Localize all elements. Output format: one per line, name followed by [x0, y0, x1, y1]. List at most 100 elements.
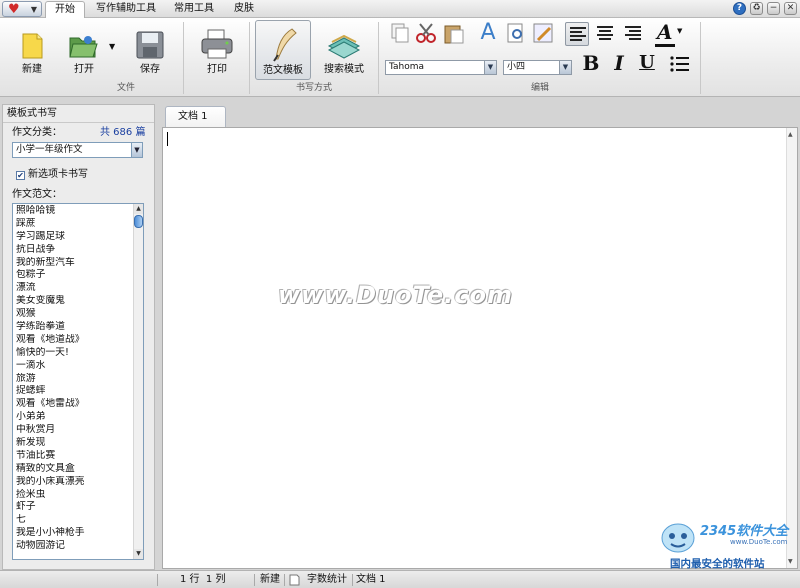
list-item[interactable]: 新发现 [16, 437, 134, 450]
list-item[interactable]: 虾子 [16, 501, 134, 514]
scroll-up-icon[interactable]: ▲ [134, 204, 143, 214]
help-icon[interactable]: ? [733, 2, 746, 15]
divider [3, 122, 154, 123]
list-item[interactable]: 捉蟋蟀 [16, 385, 134, 398]
list-item[interactable]: 我的新型汽车 [16, 257, 134, 270]
editor-area[interactable]: ▲ ▼ [162, 127, 798, 569]
underline-button[interactable]: U [636, 52, 658, 74]
close-button[interactable]: ✕ [784, 2, 797, 15]
tab-home[interactable]: 开始 [45, 1, 85, 18]
preview-icon[interactable] [505, 22, 527, 44]
site-watermark: www.DuoTe.com [278, 281, 513, 309]
list-item[interactable]: 捡米虫 [16, 489, 134, 502]
list-item[interactable]: 踩蔗 [16, 218, 134, 231]
tab-skin[interactable]: 皮肤 [228, 1, 260, 18]
align-right-button[interactable] [621, 22, 645, 46]
font-color-letter: A [657, 20, 673, 44]
italic-button[interactable]: I [608, 52, 630, 74]
list-item[interactable]: 精致的文具盒 [16, 463, 134, 476]
list-item[interactable]: 抗日战争 [16, 244, 134, 257]
heart-icon: ♥ [8, 2, 20, 17]
tab-common-tools[interactable]: 常用工具 [170, 1, 218, 18]
font-size-select[interactable]: 小四 ▼ [503, 60, 572, 75]
scroll-down-icon[interactable]: ▼ [134, 549, 143, 559]
brand-slogan: 国内最安全的软件站 [670, 558, 765, 570]
panel-title: 模板式书写 [7, 108, 57, 119]
scroll-thumb[interactable] [134, 215, 143, 228]
list-item[interactable]: 小弟弟 [16, 411, 134, 424]
group-divider [378, 22, 379, 94]
search-mode-label: 搜索模式 [324, 64, 364, 75]
save-button[interactable]: 保存 [128, 20, 172, 80]
skin-icon[interactable]: ♻ [750, 2, 763, 15]
category-select[interactable]: 小学一年级作文 ▼ [12, 142, 143, 158]
list-item[interactable]: 观看《地道战》 [16, 334, 134, 347]
brand-url: www.DuoTe.com [730, 538, 788, 546]
open-label: 打开 [74, 64, 94, 75]
essay-list[interactable]: 照哈哈镜 踩蔗 学习踢足球 抗日战争 我的新型汽车 包粽子 漂流 美女变魔鬼 观猴 学练跆拳道 观看… [12, 203, 144, 560]
quill-pen-icon [273, 28, 297, 62]
category-value: 小学一年级作文 [16, 144, 83, 155]
new-label: 新建 [22, 64, 42, 75]
status-bar: 1 行 1 列 新建 字数统计 文档 1 [0, 570, 800, 588]
list-item[interactable]: 中秋赏月 [16, 424, 134, 437]
document-tab[interactable]: 文档 1 [165, 106, 226, 127]
divider [157, 574, 158, 586]
edit-pen-icon[interactable] [532, 22, 554, 44]
align-center-button[interactable] [593, 22, 617, 46]
print-button[interactable]: 打印 [193, 20, 241, 80]
essay-items: 照哈哈镜 踩蔗 学习踢足球 抗日战争 我的新型汽车 包粽子 漂流 美女变魔鬼 观猴 学练跆拳道 观看… [16, 205, 134, 553]
list-item[interactable]: 包粽子 [16, 269, 134, 282]
align-left-button[interactable] [565, 22, 589, 46]
open-button[interactable]: ▼ 打开 [60, 20, 122, 80]
font-icon[interactable]: A [477, 21, 499, 45]
list-item[interactable]: 学练跆拳道 [16, 321, 134, 334]
template-panel: 模板式书写 作文分类： 共 686 篇 小学一年级作文 ▼ ✔ 新选项卡书写 作… [2, 104, 155, 570]
search-mode-button[interactable]: 搜索模式 [316, 20, 372, 80]
chevron-down-icon: ▼ [131, 143, 142, 157]
list-item[interactable]: 照哈哈镜 [16, 205, 134, 218]
scrollbar[interactable]: ▲ ▼ [133, 204, 143, 559]
list-item[interactable]: 愉快的一天! [16, 347, 134, 360]
edit-group-label: 编辑 [530, 83, 549, 93]
newtab-label: 新选项卡书写 [28, 169, 88, 180]
font-name-select[interactable]: Tahoma ▼ [385, 60, 497, 75]
mode-group-label: 书写方式 [295, 83, 332, 93]
list-item[interactable]: 美女变魔鬼 [16, 295, 134, 308]
bullet-list-icon[interactable] [669, 54, 691, 74]
print-label: 打印 [207, 64, 227, 75]
list-item[interactable]: 动物园游记 [16, 540, 134, 553]
bold-button[interactable]: B [580, 52, 602, 74]
font-color-button[interactable]: A ▼ [655, 21, 683, 47]
printer-icon [201, 29, 233, 59]
editor-scrollbar[interactable]: ▲ ▼ [786, 128, 797, 568]
paste-icon[interactable] [443, 22, 465, 44]
list-item[interactable]: 观看《地雷战》 [16, 398, 134, 411]
cut-icon[interactable] [415, 22, 437, 44]
corner-logo: 2345软件大全 www.DuoTe.com 国内最安全的软件站 [658, 516, 800, 570]
mascot-icon [661, 523, 695, 553]
tab-writing-tools[interactable]: 写作辅助工具 [93, 1, 159, 18]
new-button[interactable]: 新建 [10, 20, 54, 80]
brand-text: 2345软件大全 [700, 524, 789, 539]
template-mode-button[interactable]: 范文模板 [255, 20, 311, 80]
list-item[interactable]: 七 [16, 514, 134, 527]
list-item[interactable]: 我的小床真漂亮 [16, 476, 134, 489]
list-item[interactable]: 一滴水 [16, 360, 134, 373]
list-item[interactable]: 我是小小神枪手 [16, 527, 134, 540]
list-item[interactable]: 漂流 [16, 282, 134, 295]
list-item[interactable]: 观猴 [16, 308, 134, 321]
app-menu-button[interactable]: ♥ ▼ [2, 1, 42, 17]
list-item[interactable]: 节油比赛 [16, 450, 134, 463]
newtab-checkbox[interactable]: ✔ [16, 171, 25, 180]
list-item[interactable]: 旅游 [16, 373, 134, 386]
scroll-up-icon[interactable]: ▲ [788, 131, 793, 138]
ribbon-tab-bar: ♥ ▼ 开始 写作辅助工具 常用工具 皮肤 ? ♻ − ✕ [0, 0, 800, 18]
chevron-down-icon: ▼ [30, 5, 37, 14]
file-group-label: 文件 [116, 83, 135, 93]
minimize-button[interactable]: − [767, 2, 780, 15]
word-count-button[interactable]: 字数统计 [307, 573, 347, 587]
chevron-down-icon[interactable]: ▼ [109, 42, 115, 51]
list-item[interactable]: 学习踢足球 [16, 231, 134, 244]
copy-icon[interactable] [389, 22, 411, 44]
